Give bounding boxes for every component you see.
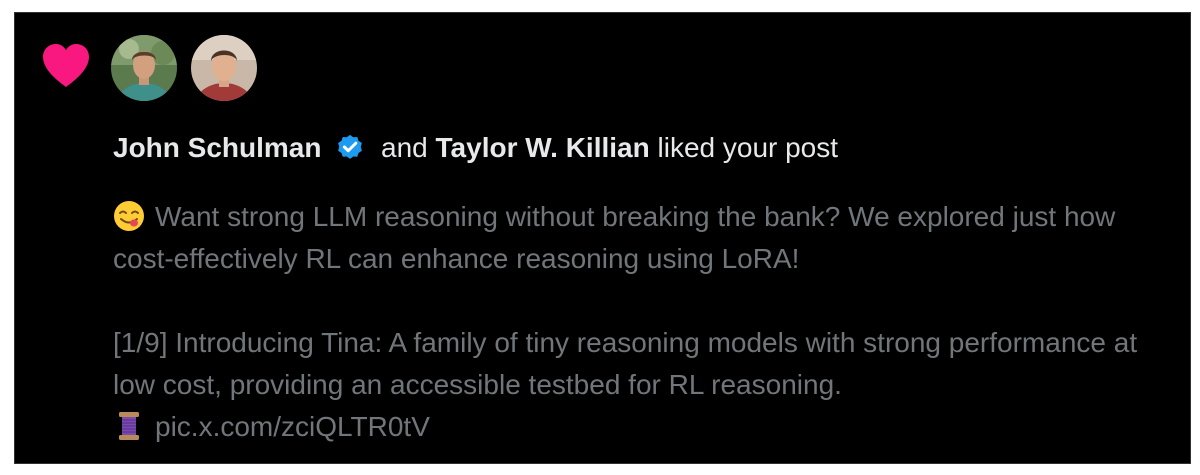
- spool-of-thread-emoji-icon: [119, 412, 139, 440]
- avatar-john-schulman[interactable]: [111, 35, 177, 101]
- user-name-john-schulman[interactable]: John Schulman: [113, 132, 321, 163]
- liked-summary: John Schulman and Taylor W. Killian like…: [113, 129, 1173, 167]
- connector-text: and: [381, 132, 428, 163]
- user-name-taylor-killian[interactable]: Taylor W. Killian: [436, 132, 650, 163]
- post-preview[interactable]: Want strong LLM reasoning without breaki…: [113, 196, 1173, 448]
- face-savoring-food-emoji-icon: [114, 201, 144, 231]
- post-paragraph-1-text: Want strong LLM reasoning without breaki…: [113, 201, 1116, 274]
- post-paragraph-2-text: [1/9] Introducing Tina: A family of tiny…: [113, 327, 1138, 400]
- avatar-taylor-killian[interactable]: [191, 35, 257, 101]
- post-media-link[interactable]: pic.x.com/zciQLTR0tV: [155, 411, 430, 442]
- notification-content: John Schulman and Taylor W. Killian like…: [113, 129, 1173, 448]
- action-text: liked your post: [657, 132, 839, 163]
- post-paragraph-1: Want strong LLM reasoning without breaki…: [113, 196, 1173, 280]
- heart-icon: [43, 44, 89, 87]
- verified-badge-icon: [338, 134, 363, 159]
- notification-card[interactable]: John Schulman and Taylor W. Killian like…: [14, 12, 1191, 464]
- avatar-group: [111, 35, 257, 101]
- post-paragraph-2: [1/9] Introducing Tina: A family of tiny…: [113, 322, 1173, 448]
